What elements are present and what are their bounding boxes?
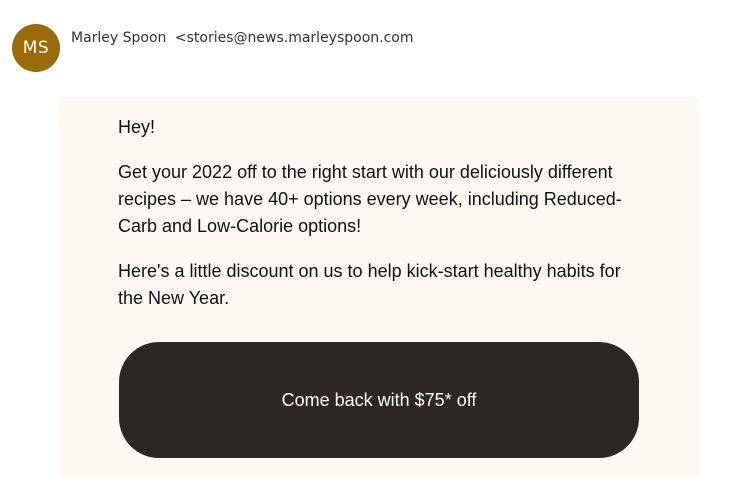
sender-email[interactable]: <stories@news.marleyspoon.com [175,30,414,46]
cta-button[interactable]: Come back with $75* off [119,342,639,458]
email-view: MS Marley Spoon <stories@news.marleyspoo… [0,0,730,477]
intro-paragraph: Get your 2022 off to the right start wit… [118,162,622,236]
email-body: Hey! Get your 2022 off to the right star… [58,97,699,477]
email-header: MS Marley Spoon <stories@news.marleyspoo… [12,24,414,72]
avatar[interactable]: MS [12,24,60,72]
sender-name[interactable]: Marley Spoon [71,30,166,46]
greeting-text: Hey! [118,117,156,137]
discount-paragraph: Here's a little discount on us to help k… [118,261,621,308]
sender-line: Marley Spoon <stories@news.marleyspoon.c… [71,30,414,46]
message-content: Hey! Get your 2022 off to the right star… [118,97,638,312]
